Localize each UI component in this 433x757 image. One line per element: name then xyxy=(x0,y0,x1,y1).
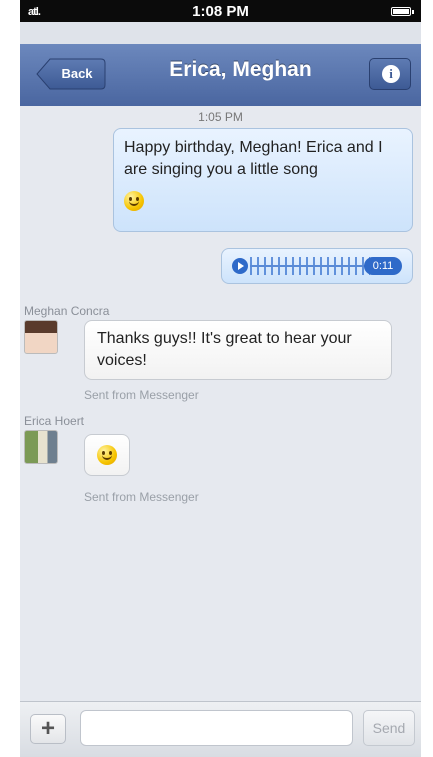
back-button[interactable]: Back xyxy=(36,58,106,90)
incoming-message-bubble[interactable] xyxy=(84,434,130,476)
sender-name: Meghan Concra xyxy=(24,304,110,318)
navigation-bar: Back Erica, Meghan i xyxy=(20,44,421,107)
incoming-message-bubble[interactable]: Thanks guys!! It's great to hear your vo… xyxy=(84,320,392,380)
outgoing-message-bubble[interactable]: Happy birthday, Meghan! Erica and I are … xyxy=(113,128,413,232)
status-bar: atl. 1:08 PM xyxy=(20,0,421,22)
sent-from-label: Sent from Messenger xyxy=(84,490,199,504)
status-time: 1:08 PM xyxy=(192,3,249,20)
message-input-bar: + Send xyxy=(20,701,421,757)
audio-message-bubble[interactable]: 0:11 xyxy=(221,248,413,284)
smiley-icon xyxy=(124,191,144,211)
play-icon[interactable] xyxy=(232,258,248,274)
send-button[interactable]: Send xyxy=(363,710,415,746)
message-list[interactable]: 1:05 PM Happy birthday, Meghan! Erica an… xyxy=(20,106,421,701)
back-button-label: Back xyxy=(61,66,93,81)
phone-screen: atl. 1:08 PM Back Erica, Meghan i 1:05 P… xyxy=(20,0,421,757)
incoming-message-text: Thanks guys!! It's great to hear your vo… xyxy=(97,330,352,369)
avatar[interactable] xyxy=(24,430,58,464)
sent-from-label: Sent from Messenger xyxy=(84,388,199,402)
audio-waveform[interactable] xyxy=(250,257,370,275)
audio-duration: 0:11 xyxy=(364,257,402,275)
conversation-title: Erica, Meghan xyxy=(169,58,312,81)
info-button[interactable]: i xyxy=(369,58,411,90)
info-icon: i xyxy=(382,65,400,83)
plus-icon[interactable]: + xyxy=(30,714,66,744)
avatar[interactable] xyxy=(24,320,58,354)
message-input[interactable] xyxy=(80,710,353,746)
sender-name: Erica Hoert xyxy=(24,414,85,428)
battery-icon xyxy=(391,7,414,16)
message-timestamp: 1:05 PM xyxy=(198,110,243,124)
outgoing-message-text: Happy birthday, Meghan! Erica and I are … xyxy=(124,139,383,178)
smiley-icon xyxy=(97,445,117,465)
